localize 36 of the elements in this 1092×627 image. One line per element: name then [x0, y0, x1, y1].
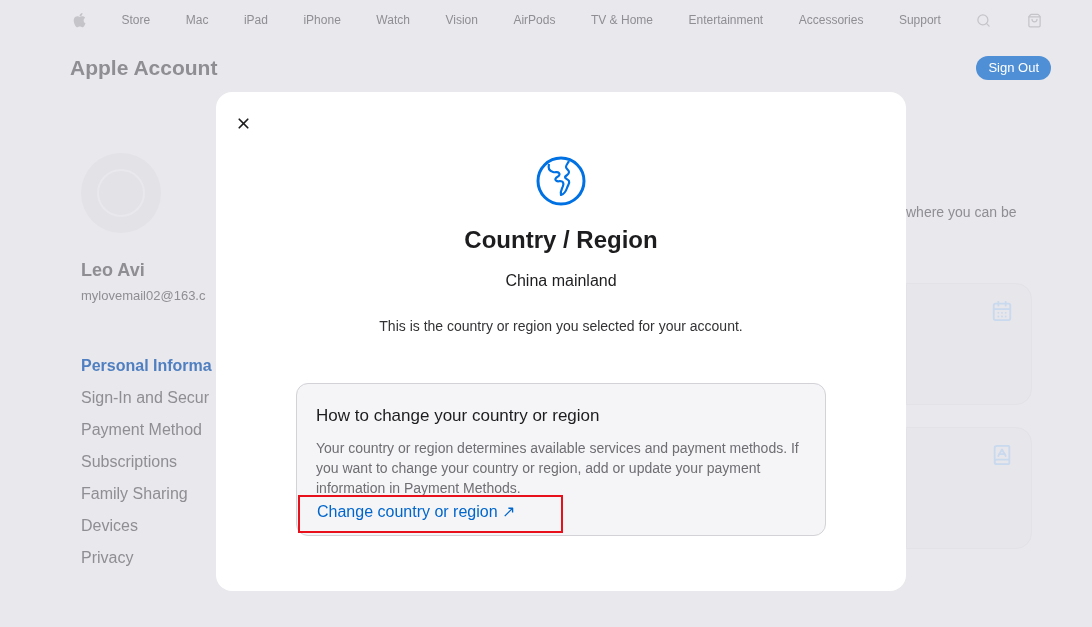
sidebar-item[interactable]: Subscriptions: [81, 445, 217, 478]
nav-link[interactable]: AirPods: [513, 11, 556, 29]
sidebar-item[interactable]: Family Sharing: [81, 477, 217, 510]
sidebar-item[interactable]: Sign-In and Secur: [81, 381, 217, 414]
card[interactable]: [906, 427, 1032, 549]
card[interactable]: [906, 283, 1032, 405]
nav-link[interactable]: Store: [121, 11, 151, 29]
profile-email: mylovemail02@163.c: [81, 287, 207, 305]
nav-link[interactable]: Entertainment: [688, 11, 764, 29]
calendar-icon: [991, 300, 1013, 322]
globe-icon: [535, 155, 587, 207]
profile-name: Leo Avi: [81, 259, 146, 282]
search-icon[interactable]: [976, 12, 992, 28]
sign-out-button[interactable]: Sign Out: [976, 56, 1051, 80]
sidebar-item[interactable]: Devices: [81, 509, 217, 542]
nav-link[interactable]: iPad: [243, 11, 268, 29]
change-region-link[interactable]: Change country or region ↗: [298, 494, 563, 533]
sidebar-item[interactable]: Payment Method: [81, 413, 217, 446]
nav-link[interactable]: Vision: [445, 11, 478, 29]
apple-logo-icon[interactable]: [72, 12, 86, 28]
sidebar-item[interactable]: Privacy: [81, 541, 217, 574]
nav-link[interactable]: Watch: [376, 11, 410, 29]
sidebar-item[interactable]: Personal Informa: [81, 349, 217, 382]
dialog-description: This is the country or region you selected for your account.: [379, 317, 743, 336]
info-heading: How to change your country or region: [316, 405, 601, 427]
intro-text: where you can be: [906, 203, 1018, 222]
nav-link[interactable]: iPhone: [303, 11, 341, 29]
current-region: China mainland: [505, 271, 617, 291]
nav-link[interactable]: Accessories: [798, 11, 864, 29]
page-title: Apple Account: [70, 55, 218, 82]
bag-icon[interactable]: [1027, 12, 1042, 28]
nav-link[interactable]: TV & Home: [590, 11, 653, 29]
dialog-title: Country / Region: [464, 225, 658, 255]
book-icon: [991, 444, 1013, 466]
nav-link[interactable]: Mac: [185, 11, 209, 29]
nav-link[interactable]: Support: [898, 11, 941, 29]
